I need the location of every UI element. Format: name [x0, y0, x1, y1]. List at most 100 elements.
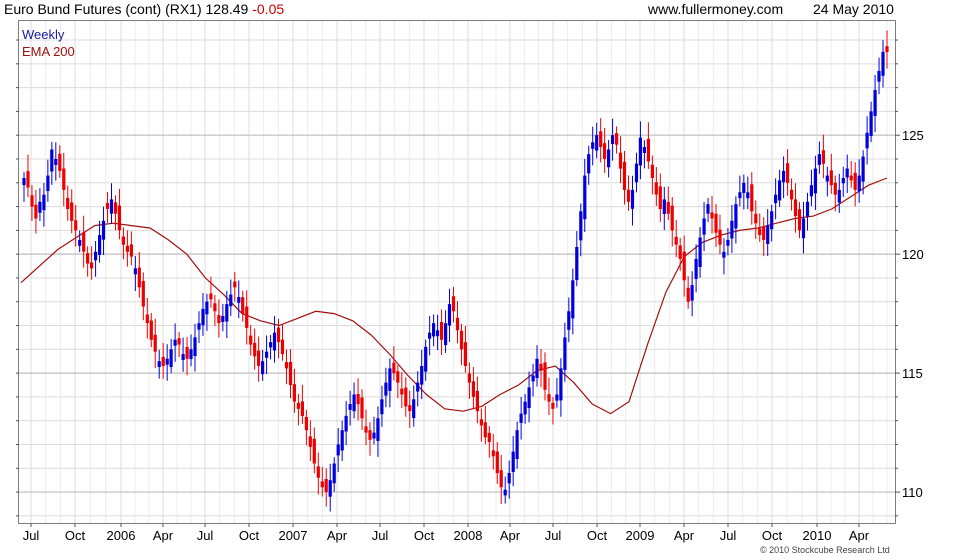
candle-up	[336, 444, 340, 456]
candle-down	[320, 481, 324, 488]
candle-up	[742, 182, 746, 193]
candle-up	[869, 111, 873, 136]
candle-up	[531, 375, 535, 382]
x-tick-label: Oct	[414, 528, 435, 543]
candle-up	[109, 199, 114, 214]
candle-up	[447, 304, 452, 326]
x-tick-label: Jul	[23, 528, 40, 543]
candle-up	[575, 247, 579, 280]
candle-up	[269, 342, 273, 348]
candle-up	[559, 368, 563, 401]
candle-up	[416, 382, 420, 392]
candle-up	[809, 185, 813, 197]
candle-down	[304, 417, 308, 431]
plot-frame	[18, 20, 896, 524]
candle-up	[563, 337, 567, 370]
candle-up	[861, 156, 865, 182]
candle-down	[137, 267, 141, 288]
candle-down	[125, 245, 129, 252]
candle-down	[479, 419, 483, 426]
candle-up	[638, 137, 642, 166]
candle-up	[857, 175, 861, 192]
candle-down	[129, 244, 133, 257]
candle-up	[98, 235, 102, 255]
candle-up	[698, 237, 702, 267]
candle-down	[491, 450, 495, 457]
candle-up	[730, 220, 734, 239]
candle-down	[666, 202, 670, 214]
candle-down	[177, 338, 181, 345]
candle-up	[611, 135, 615, 144]
candle-up	[583, 175, 587, 220]
candle-down	[758, 228, 762, 236]
candle-down	[790, 189, 794, 200]
candle-up	[722, 251, 726, 258]
candle-down	[459, 330, 464, 350]
candle-up	[54, 159, 58, 165]
candle-up	[157, 361, 161, 368]
candle-up	[436, 330, 440, 337]
candle-down	[145, 314, 149, 324]
candle-up	[801, 218, 806, 239]
candle-up	[444, 323, 448, 346]
candle-down	[245, 306, 249, 328]
candle-up	[507, 473, 511, 484]
x-tick-label: Apr	[500, 528, 521, 543]
candlestick-chart: 110 115 120 125 Jul Oct 2006 Apr Jul Oct 2007 Apr Ju…	[16, 20, 924, 543]
candle-down	[786, 163, 790, 183]
candle-down	[682, 251, 686, 281]
candle-down	[654, 182, 658, 195]
candle-down	[82, 232, 86, 252]
candle-up	[229, 294, 233, 307]
candle-up	[782, 170, 786, 183]
x-tick-label: Apr	[327, 528, 348, 543]
candle-up	[225, 304, 229, 322]
x-tick-label: Jul	[372, 528, 389, 543]
candle-up	[662, 199, 666, 214]
candle-down	[793, 199, 798, 217]
x-tick-label: Jul	[197, 528, 214, 543]
candle-up	[519, 413, 523, 423]
y-tick-label: 125	[902, 128, 924, 143]
candle-up	[579, 211, 583, 241]
candle-up	[607, 149, 611, 168]
legend-ema-200: EMA 200	[22, 44, 75, 59]
candle-up	[877, 71, 881, 82]
candle-down	[217, 315, 221, 324]
candle-down	[253, 342, 257, 357]
candle-down	[58, 153, 62, 171]
candle-up	[376, 418, 380, 441]
candle-down	[161, 356, 165, 366]
candle-down	[551, 402, 555, 409]
x-tick-label: 2009	[626, 528, 655, 543]
candle-up	[352, 394, 356, 412]
candle-up	[567, 311, 571, 330]
candle-up	[201, 308, 205, 326]
candle-down	[455, 317, 460, 331]
candle-up	[348, 404, 352, 410]
candle-up	[873, 90, 877, 116]
candle-down	[547, 394, 551, 402]
candle-up	[503, 489, 507, 496]
x-tick-label: 2008	[454, 528, 483, 543]
candle-up	[726, 239, 730, 246]
candle-up	[595, 135, 599, 151]
candle-up	[181, 354, 185, 360]
candle-up	[630, 189, 635, 209]
candle-up	[837, 189, 841, 203]
candle-up	[50, 149, 54, 172]
candle-up	[101, 220, 106, 240]
candle-up	[817, 154, 821, 165]
x-tick-label: Oct	[239, 528, 260, 543]
candle-down	[121, 236, 125, 245]
candle-down	[618, 152, 623, 169]
candle-up	[420, 366, 424, 385]
candle-down	[833, 182, 837, 195]
candle-down	[750, 184, 754, 212]
copyright-text: © 2010 Stockcube Research Ltd	[760, 545, 890, 555]
x-tick-label: 2010	[803, 528, 832, 543]
candle-down	[710, 212, 714, 219]
candle-down	[404, 387, 408, 407]
legend-weekly: Weekly	[22, 27, 65, 42]
candle-up	[515, 430, 519, 459]
